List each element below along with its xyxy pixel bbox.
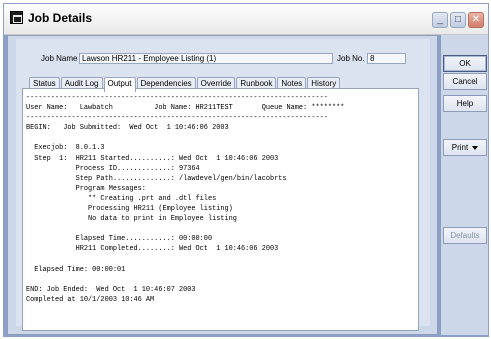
job-name-label: Job Name — [41, 54, 78, 63]
output-line: User Name: Lawbatch Job Name: HR211TEST … — [26, 104, 345, 113]
chevron-down-icon — [472, 145, 479, 150]
print-button-label: Print — [451, 143, 469, 152]
output-line: Step 1: HR211 Started..........: Wed Oct… — [26, 154, 279, 163]
details-panel: Job Name Lawson HR211 - Employee Listing… — [7, 35, 438, 335]
output-line: Completed at 10/1/2003 10:46 AM — [26, 295, 155, 304]
output-line: Elapsed Time: 00:00:01 — [26, 265, 126, 274]
maximize-button[interactable]: □ — [450, 12, 466, 28]
close-button[interactable]: ✕ — [468, 12, 484, 28]
output-line: HR211 Completed........: Wed Oct 1 10:46… — [26, 245, 279, 254]
output-line: Process ID.............: 97364 — [26, 164, 200, 173]
output-text-area[interactable]: ----------------------------------------… — [22, 88, 419, 331]
output-line: END: Job Ended: Wed Oct 1 10:46:07 2003 — [26, 285, 196, 294]
job-name-field[interactable]: Lawson HR211 - Employee Listing (1) — [79, 53, 333, 64]
output-line: ----------------------------------------… — [26, 94, 328, 102]
ok-button[interactable]: OK — [443, 55, 487, 72]
title-bar[interactable]: Job Details _ □ ✕ — [4, 4, 488, 35]
output-line: No data to print in Employee listing — [26, 215, 237, 224]
minimize-button[interactable]: _ — [432, 12, 448, 28]
output-line: Processing HR211 (Employee listing) — [26, 205, 233, 214]
output-line: ** Creating .prt and .dtl files — [26, 194, 217, 203]
job-details-window: Job Details _ □ ✕ Job Name Lawson HR211 … — [3, 3, 489, 337]
defaults-button: Defaults — [443, 227, 487, 244]
cancel-button[interactable]: Cancel — [443, 73, 487, 90]
output-line: Program Messages: — [26, 184, 146, 193]
tab-output[interactable]: Output — [103, 77, 136, 92]
action-button-panel: OK Cancel Help Print Defaults — [440, 35, 488, 335]
output-line: ----------------------------------------… — [26, 114, 328, 123]
window-title: Job Details — [28, 11, 93, 25]
output-line: BEGIN: Job Submitted: Wed Oct 1 10:46:06… — [26, 124, 229, 133]
output-line: Execjob: 8.0.1.3 — [26, 144, 105, 153]
output-line: Step Path..............: /lawdevel/gen/b… — [26, 174, 287, 183]
job-no-field[interactable]: 8 — [367, 53, 406, 64]
help-button[interactable]: Help — [443, 95, 487, 112]
job-no-label: Job No. — [337, 54, 365, 63]
app-icon — [10, 11, 23, 24]
output-line: Elapsed Time...........: 00:00:00 — [26, 235, 213, 244]
output-log: ----------------------------------------… — [23, 89, 418, 305]
print-button[interactable]: Print — [443, 139, 487, 156]
